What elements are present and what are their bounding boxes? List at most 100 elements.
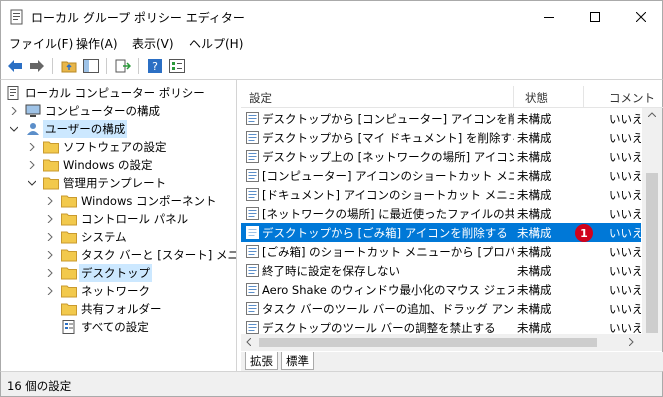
menu-bar: ファイル(F) 操作(A) 表示(V) ヘルプ(H) [0, 31, 663, 53]
setting-name: [コンピューター] アイコンのショートカット メニューから... [262, 169, 514, 183]
svg-text:?: ? [152, 60, 158, 73]
setting-icon [246, 226, 259, 239]
chevron-right-icon[interactable] [45, 268, 55, 278]
table-row[interactable]: Aero Shake のウィンドウ最小化のマウス ジェスチ... 未構成 いいえ [241, 280, 641, 299]
title-bar: ローカル グループ ポリシー エディター [0, 0, 663, 31]
scroll-up-icon[interactable] [648, 112, 656, 117]
back-button[interactable] [5, 57, 25, 75]
table-row[interactable]: [ごみ箱] のショートカット メニューから [プロパティ] ...未構成 いいえ [241, 242, 641, 261]
up-folder-button[interactable] [59, 57, 79, 75]
setting-state: 未構成 [517, 264, 552, 278]
setting-state: 未構成 [517, 112, 552, 126]
close-button[interactable] [618, 1, 663, 32]
back-arrow-icon [8, 60, 22, 72]
setting-comment: いいえ [609, 245, 641, 259]
setting-name: [ネットワークの場所] に最近使ったファイルの共有... [262, 207, 514, 221]
setting-name: デスクトップ上の [ネットワークの場所] アイコンを... [262, 150, 514, 164]
table-row[interactable]: [ドキュメント] アイコンのショートカット メニューから [...未構成 いいえ [241, 185, 641, 204]
properties-icon [169, 59, 185, 73]
table-row[interactable]: デスクトップから [マイ ドキュメント] を削除する 未構成 いいえ [241, 128, 641, 147]
setting-state: 未構成 [517, 169, 552, 183]
toolbar: ? [0, 53, 663, 80]
export-list-button[interactable] [113, 57, 133, 75]
minimize-button[interactable] [526, 1, 572, 32]
folder-icon [61, 195, 77, 208]
setting-comment: いいえ [609, 226, 641, 240]
vertical-scroll-thumb[interactable] [646, 173, 658, 333]
table-row[interactable]: デスクトップから [ごみ箱] アイコンを削除する 未構成 いいえ 1 [241, 223, 641, 242]
vertical-scrollbar[interactable] [642, 108, 662, 351]
setting-icon [246, 283, 259, 296]
setting-icon [246, 150, 259, 163]
status-bar: 16 個の設定 [0, 371, 663, 397]
setting-icon [246, 131, 259, 144]
chevron-right-icon[interactable] [27, 142, 37, 152]
step-badge: 1 [575, 224, 593, 242]
show-hide-tree-button[interactable] [81, 57, 101, 75]
filter-button[interactable] [167, 57, 187, 75]
setting-comment: いいえ [609, 207, 641, 221]
console-tree-icon [83, 59, 99, 73]
settings-rows: デスクトップから [コンピューター] アイコンを削除する未構成いいえデスクトップ… [241, 109, 641, 339]
column-header-state[interactable]: 状態 [525, 90, 548, 106]
policy-editor-icon [10, 9, 23, 25]
all-settings-icon [62, 320, 75, 334]
table-row[interactable]: [コンピューター] アイコンのショートカット メニューから...未構成 いいえ [241, 166, 641, 185]
column-header-setting[interactable]: 設定 [249, 90, 272, 106]
maximize-button[interactable] [572, 1, 618, 32]
menu-view[interactable]: 表示(V) [132, 35, 174, 52]
folder-icon [61, 267, 77, 280]
setting-icon [246, 321, 259, 334]
setting-comment: いいえ [609, 188, 641, 202]
export-icon [115, 59, 131, 73]
scroll-right-icon[interactable] [629, 338, 634, 346]
chevron-right-icon[interactable] [45, 196, 55, 206]
setting-name: デスクトップから [コンピューター] アイコンを削除する [262, 112, 514, 126]
chevron-right-icon[interactable] [45, 214, 55, 224]
chevron-right-icon[interactable] [45, 232, 55, 242]
chevron-right-icon[interactable] [27, 160, 37, 170]
folder-icon [61, 213, 77, 226]
setting-state: 未構成 [517, 150, 552, 164]
setting-comment: いいえ [609, 283, 641, 297]
setting-name: タスク バーのツール バーの追加、ドラッグ アンド ド... [262, 302, 514, 316]
table-row[interactable]: デスクトップから [コンピューター] アイコンを削除する未構成 いいえ [241, 109, 641, 128]
menu-action[interactable]: 操作(A) [76, 35, 118, 52]
setting-icon [246, 264, 259, 277]
table-row[interactable]: デスクトップ上の [ネットワークの場所] アイコンを... 未構成 いいえ [241, 147, 641, 166]
column-header-comment[interactable]: コメント [609, 90, 655, 106]
menu-help[interactable]: ヘルプ(H) [189, 35, 243, 52]
chevron-right-icon[interactable] [45, 286, 55, 296]
tab-extended[interactable]: 拡張 [245, 352, 278, 370]
folder-icon [61, 285, 77, 298]
table-row[interactable]: 終了時に設定を保存しない 未構成 いいえ [241, 261, 641, 280]
table-row[interactable]: タスク バーのツール バーの追加、ドラッグ アンド ド...未構成 いいえ [241, 299, 641, 318]
setting-comment: いいえ [609, 150, 641, 164]
chevron-down-icon[interactable] [9, 124, 19, 134]
setting-name: [ごみ箱] のショートカット メニューから [プロパティ] ... [262, 245, 514, 259]
table-row[interactable]: [ネットワークの場所] に最近使ったファイルの共有... 未構成 いいえ [241, 204, 641, 223]
chevron-down-icon[interactable] [27, 178, 37, 188]
setting-icon [246, 188, 259, 201]
settings-list-pane: 設定 状態 コメント デスクトップから [コンピューター] アイコンを削除する未… [241, 80, 663, 371]
tab-standard[interactable]: 標準 [281, 352, 314, 370]
menu-file[interactable]: ファイル(F) [9, 35, 73, 52]
forward-arrow-icon [30, 60, 44, 72]
setting-icon [246, 207, 259, 220]
setting-icon [246, 112, 259, 125]
scroll-left-icon[interactable] [246, 338, 251, 346]
horizontal-scroll-thumb[interactable] [259, 338, 597, 347]
folder-open-icon [43, 177, 59, 190]
folder-icon [43, 141, 59, 154]
status-text: 16 個の設定 [7, 379, 72, 393]
setting-state: 未構成 [517, 302, 552, 316]
folder-icon [43, 159, 59, 172]
horizontal-scrollbar[interactable] [241, 334, 642, 351]
forward-button[interactable] [27, 57, 47, 75]
chevron-right-icon[interactable] [45, 250, 55, 260]
help-button[interactable]: ? [145, 57, 165, 75]
chevron-right-icon[interactable] [9, 106, 19, 116]
setting-icon [246, 169, 259, 182]
folder-icon [61, 249, 77, 262]
setting-name: デスクトップから [マイ ドキュメント] を削除する [262, 131, 514, 145]
